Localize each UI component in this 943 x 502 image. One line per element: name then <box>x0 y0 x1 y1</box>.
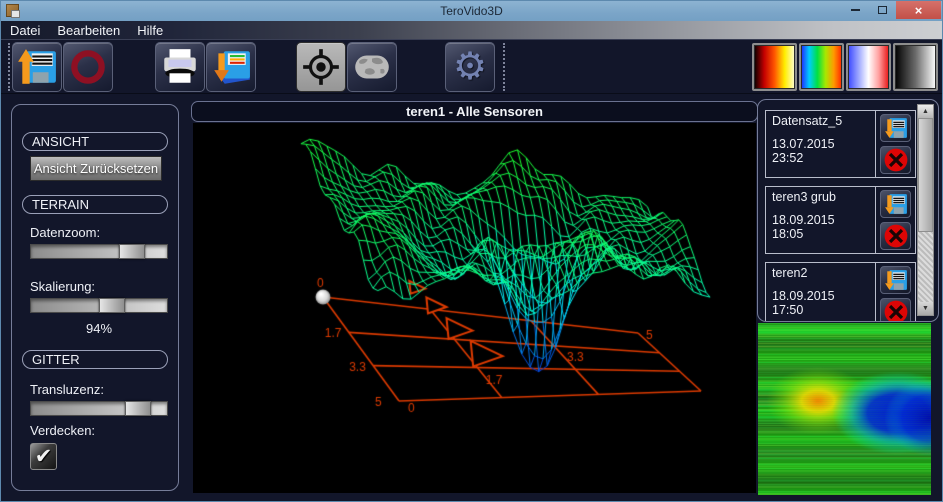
dataset-date: 13.07.2015 <box>772 137 875 151</box>
scrollbar-down-button[interactable]: ▼ <box>918 302 933 315</box>
toolbar-separator <box>8 43 10 91</box>
load-button[interactable] <box>12 42 62 92</box>
close-button[interactable]: × <box>896 1 941 19</box>
terrain-3d-view[interactable] <box>193 123 756 493</box>
minimize-icon <box>851 9 860 11</box>
dataset-card: teren2 18.09.2015 17:50 <box>765 262 916 322</box>
gear-icon: ⚙ <box>453 48 487 86</box>
dataset-card: teren3 grub 18.09.2015 18:05 <box>765 186 916 254</box>
skalierung-slider-handle[interactable] <box>99 298 125 313</box>
dataset-save-button[interactable] <box>880 266 911 294</box>
datenzoom-slider-handle[interactable] <box>119 244 145 259</box>
colormap-button-coolwarm[interactable] <box>846 43 891 91</box>
record-button[interactable] <box>63 42 113 92</box>
dataset-name: teren2 <box>772 266 875 280</box>
dataset-time: 18:05 <box>772 227 875 241</box>
skalierung-value: 94% <box>30 321 168 336</box>
menubar: Datei Bearbeiten Hilfe <box>1 21 942 40</box>
floppy-arrow-down-small-icon <box>884 117 908 139</box>
dataset-delete-button[interactable] <box>880 222 911 250</box>
transluzenz-label: Transluzenz: <box>30 382 104 397</box>
dataset-delete-button[interactable] <box>880 298 911 322</box>
app-window: TeroVido3D × Datei Bearbeiten Hilfe <box>0 0 943 502</box>
save-view-button[interactable] <box>206 42 256 92</box>
record-ring-icon <box>67 46 109 88</box>
floppy-arrow-up-icon <box>16 46 58 88</box>
scrollbar-thumb[interactable] <box>918 118 933 232</box>
dataset-date: 18.09.2015 <box>772 213 875 227</box>
scrollbar-up-button[interactable]: ▲ <box>918 105 933 118</box>
transluzenz-slider[interactable] <box>30 401 168 416</box>
dataset-save-button[interactable] <box>880 190 911 218</box>
toolbar: ⚙ <box>1 40 942 94</box>
colormap-button-heat[interactable] <box>752 43 797 91</box>
floppy-arrow-down-icon <box>210 46 252 88</box>
center-view-button[interactable] <box>296 42 346 92</box>
globe-icon <box>351 46 393 88</box>
dataset-name: Datensatz_5 <box>772 114 875 128</box>
skalierung-label: Skalierung: <box>30 279 95 294</box>
delete-x-icon <box>883 299 909 322</box>
floppy-arrow-down-small-icon <box>884 269 908 291</box>
delete-x-icon <box>883 147 909 173</box>
dataset-card: Datensatz_5 13.07.2015 23:52 <box>765 110 916 178</box>
scrollbar-track[interactable] <box>918 118 933 302</box>
gitter-group-label: GITTER <box>22 350 168 369</box>
reset-view-button[interactable]: Ansicht Zurücksetzen <box>30 156 162 181</box>
window-title: TeroVido3D <box>1 4 942 18</box>
titlebar: TeroVido3D × <box>1 1 942 21</box>
maximize-button[interactable] <box>869 1 896 19</box>
printer-icon <box>159 46 201 88</box>
dataset-delete-button[interactable] <box>880 146 911 174</box>
print-button[interactable] <box>155 42 205 92</box>
skalierung-slider[interactable] <box>30 298 168 313</box>
menu-item-hilfe[interactable]: Hilfe <box>137 23 163 38</box>
dataset-time: 17:50 <box>772 303 875 317</box>
menu-item-datei[interactable]: Datei <box>10 23 40 38</box>
minimize-button[interactable] <box>842 1 869 19</box>
datenzoom-label: Datenzoom: <box>30 225 100 240</box>
colormap-button-grayscale[interactable] <box>893 43 938 91</box>
toolbar-separator <box>503 43 505 91</box>
verdecken-checkbox[interactable]: ✔ <box>30 443 57 470</box>
crosshair-icon <box>300 46 342 88</box>
maximize-icon <box>878 6 887 14</box>
ansicht-group-label: ANSICHT <box>22 132 168 151</box>
heatmap-view[interactable] <box>758 323 931 495</box>
dataset-save-button[interactable] <box>880 114 911 142</box>
dataset-panel: Datensatz_5 13.07.2015 23:52 <box>757 99 939 322</box>
colormap-button-rainbow[interactable] <box>799 43 844 91</box>
sidebar: ANSICHT Ansicht Zurücksetzen TERRAIN Dat… <box>11 104 179 491</box>
content-area: ANSICHT Ansicht Zurücksetzen TERRAIN Dat… <box>1 94 943 502</box>
floppy-arrow-down-small-icon <box>884 193 908 215</box>
transluzenz-slider-handle[interactable] <box>125 401 151 416</box>
dataset-name: teren3 grub <box>772 190 875 204</box>
check-icon: ✔ <box>35 446 53 467</box>
verdecken-label: Verdecken: <box>30 423 95 438</box>
plot-title: teren1 - Alle Sensoren <box>191 101 758 122</box>
dataset-date: 18.09.2015 <box>772 289 875 303</box>
delete-x-icon <box>883 223 909 249</box>
terrain-group-label: TERRAIN <box>22 195 168 214</box>
dataset-time: 23:52 <box>772 151 875 165</box>
map-button[interactable] <box>347 42 397 92</box>
settings-button[interactable]: ⚙ <box>445 42 495 92</box>
menu-item-bearbeiten[interactable]: Bearbeiten <box>57 23 120 38</box>
list-scrollbar[interactable]: ▲ ▼ <box>917 104 934 316</box>
datenzoom-slider[interactable] <box>30 244 168 259</box>
